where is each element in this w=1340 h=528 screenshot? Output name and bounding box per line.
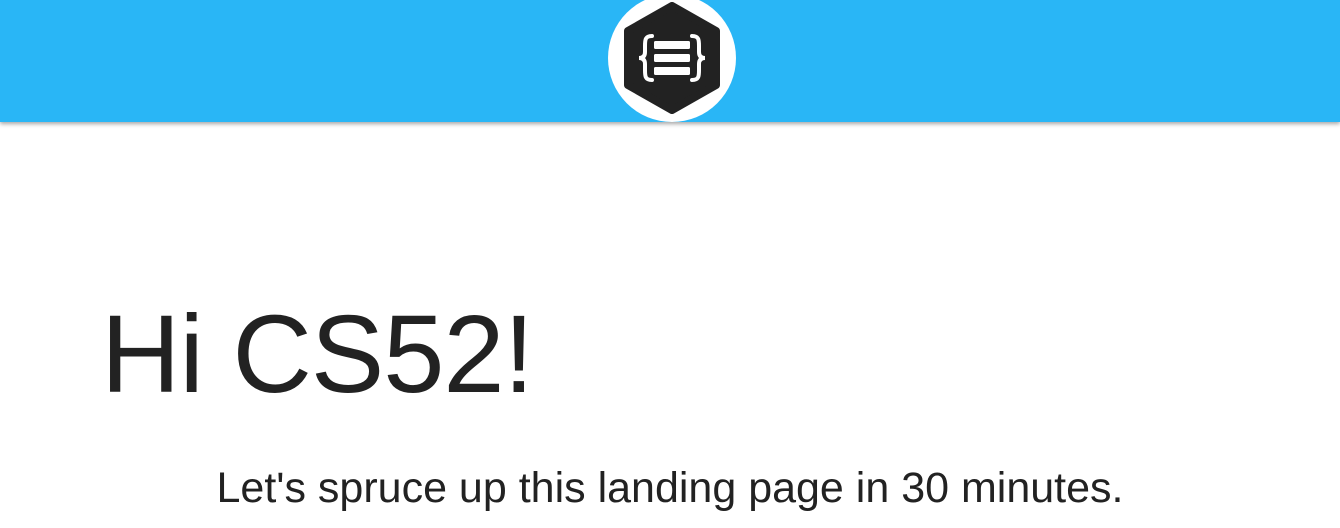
curly-braces-hexagon-icon bbox=[624, 2, 720, 114]
hero-section: Hi CS52! Let's spruce up this landing pa… bbox=[0, 122, 1340, 528]
logo[interactable] bbox=[608, 0, 736, 122]
top-header-bar bbox=[0, 0, 1340, 122]
hero-title: Hi CS52! bbox=[101, 293, 534, 416]
hero-subtitle: Let's spruce up this landing page in 30 … bbox=[216, 464, 1124, 512]
